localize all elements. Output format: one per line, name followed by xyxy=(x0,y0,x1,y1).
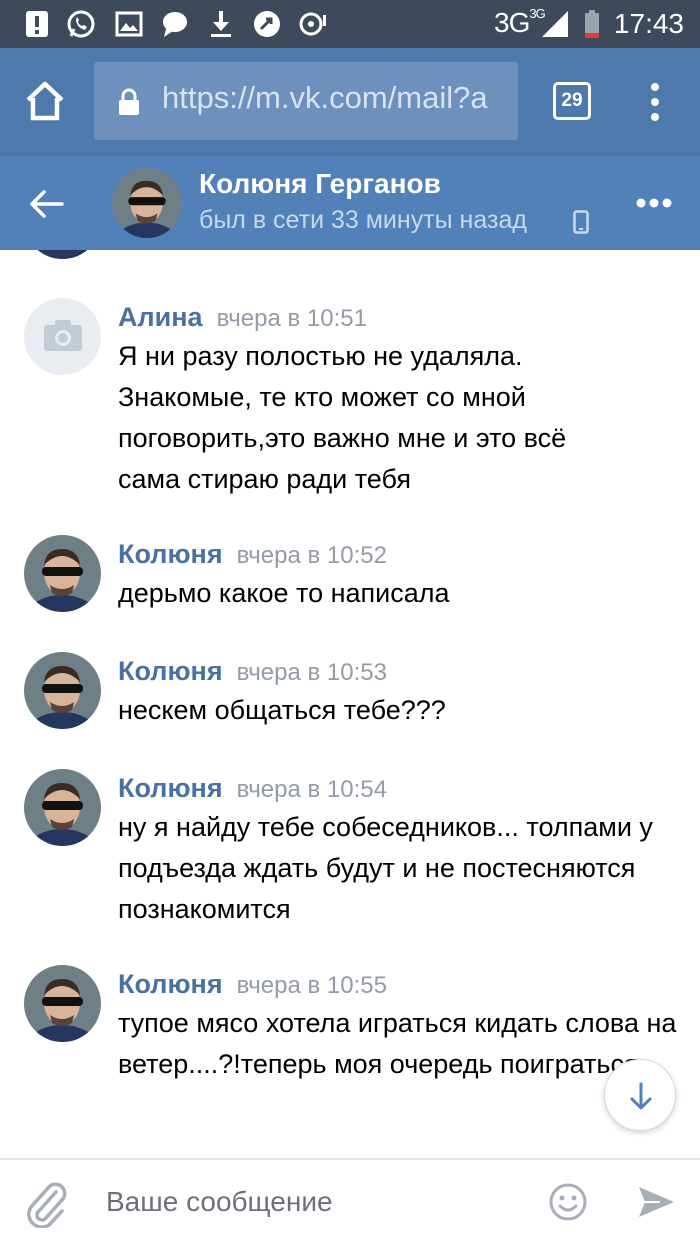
message-composer xyxy=(0,1158,700,1244)
network-type: 3G3G xyxy=(494,5,546,38)
message-time: вчера в 10:51 xyxy=(216,305,367,332)
avatar[interactable] xyxy=(24,965,101,1042)
avatar[interactable] xyxy=(24,535,101,612)
message-author[interactable]: Колюня вчера в 10:53 xyxy=(118,656,387,687)
message-text: нескем общаться тебе??? xyxy=(118,695,446,725)
message-author[interactable]: Колюня вчера в 10:55 xyxy=(118,969,387,1000)
sync-icon xyxy=(299,12,326,36)
person-photo-icon xyxy=(24,965,101,1042)
message-text: тупое мясо хотела играться кидать слова … xyxy=(118,1008,677,1079)
arrow-down-icon xyxy=(630,1082,652,1110)
avatar[interactable] xyxy=(24,769,101,846)
avatar[interactable] xyxy=(24,652,101,729)
paperclip-icon[interactable] xyxy=(22,1178,68,1228)
mobile-device-icon xyxy=(573,210,589,234)
emoji-icon[interactable] xyxy=(548,1182,588,1222)
message-input[interactable] xyxy=(106,1172,526,1232)
gallery-icon xyxy=(115,11,143,37)
download-icon xyxy=(211,11,231,37)
scroll-to-bottom-button[interactable] xyxy=(604,1059,676,1131)
chat-icon xyxy=(163,12,187,37)
browser-menu-icon[interactable] xyxy=(645,78,665,126)
person-photo-icon xyxy=(112,168,182,238)
person-photo-icon xyxy=(24,652,101,729)
message-text: дерьмо какое то написала xyxy=(118,578,450,608)
address-bar[interactable]: https://m.vk.com/mail?a xyxy=(94,62,518,140)
person-photo-icon xyxy=(24,535,101,612)
more-options-icon[interactable] xyxy=(634,192,674,214)
avatar[interactable] xyxy=(24,298,101,375)
message-text: Я ни разу полостью не удаляла. Знакомые,… xyxy=(118,341,567,494)
message-time: вчера в 10:54 xyxy=(236,776,387,803)
message-author[interactable]: Колюня вчера в 10:54 xyxy=(118,773,387,804)
chat-header: Колюня Герганов был в сети 33 минуты наз… xyxy=(0,156,700,250)
lock-icon xyxy=(119,88,139,115)
back-arrow-icon[interactable] xyxy=(26,184,66,224)
message-list[interactable]: Алина вчера в 10:51 Я ни разу полостью не… xyxy=(0,230,700,1160)
send-icon[interactable] xyxy=(636,1182,676,1222)
message-author[interactable]: Колюня вчера в 10:52 xyxy=(118,539,387,570)
vpn-icon xyxy=(254,11,280,37)
contact-avatar[interactable] xyxy=(112,168,182,238)
camera-icon xyxy=(44,320,82,351)
home-icon[interactable] xyxy=(22,78,68,124)
contact-name: Колюня Герганов xyxy=(199,168,441,199)
url-text: https://m.vk.com/mail?a xyxy=(162,80,488,115)
tab-switcher-button[interactable]: 29 xyxy=(553,82,591,120)
message-time: вчера в 10:55 xyxy=(236,972,387,999)
message-text: ну я найду тебе собеседников... толпами … xyxy=(118,812,653,924)
alert-icon xyxy=(26,11,48,37)
contact-last-seen: был в сети 33 минуты назад xyxy=(199,206,527,234)
status-bar: 3G3G 17:43 xyxy=(0,0,700,48)
whatsapp-icon xyxy=(67,10,95,38)
message-time: вчера в 10:53 xyxy=(236,659,387,686)
signal-icon xyxy=(542,11,568,37)
person-photo-icon xyxy=(24,769,101,846)
battery-icon xyxy=(585,10,599,38)
clock: 17:43 xyxy=(613,8,684,39)
message-time: вчера в 10:52 xyxy=(236,542,387,569)
message-author[interactable]: Алина вчера в 10:51 xyxy=(118,302,367,333)
browser-toolbar: https://m.vk.com/mail?a 29 xyxy=(0,48,700,156)
